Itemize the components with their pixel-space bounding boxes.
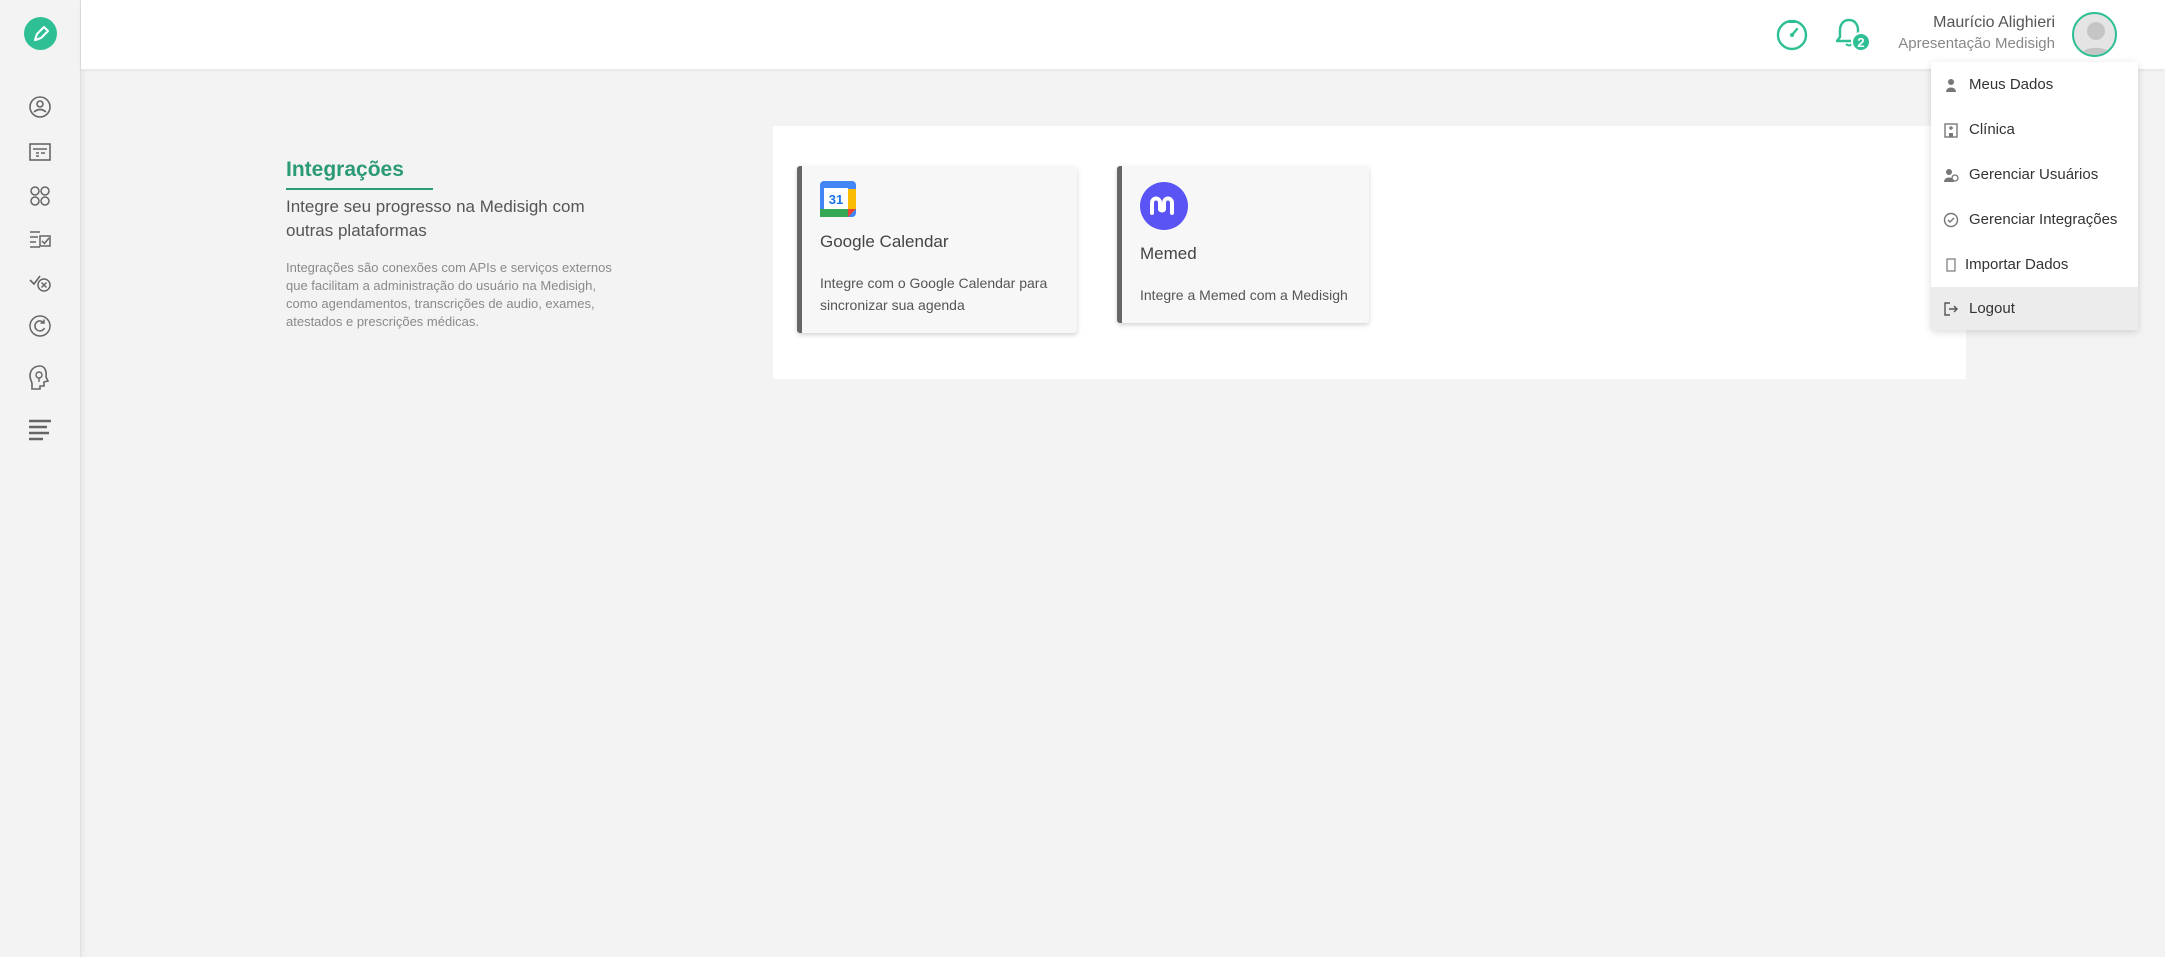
menu-item-logout[interactable]: Logout bbox=[1931, 287, 2138, 330]
user-dropdown-menu: Meus Dados Clínica Gerenciar Usuários Ge… bbox=[1931, 62, 2138, 330]
menu-item-gerenciar-integracoes[interactable]: Gerenciar Integrações bbox=[1931, 197, 2138, 242]
users-icon bbox=[1943, 167, 1959, 183]
sidebar-item-checklist[interactable] bbox=[25, 224, 55, 254]
pen-icon bbox=[33, 25, 49, 41]
cancel-check-icon bbox=[29, 275, 51, 292]
sidebar-item-insights[interactable] bbox=[25, 363, 55, 393]
avatar[interactable] bbox=[2072, 12, 2117, 57]
calendar-icon bbox=[29, 143, 51, 161]
menu-item-label: Gerenciar Usuários bbox=[1969, 166, 2099, 183]
notifications-button[interactable]: 2 bbox=[1832, 16, 1871, 55]
menu-item-label: Logout bbox=[1969, 300, 2015, 317]
menu-item-gerenciar-usuarios[interactable]: Gerenciar Usuários bbox=[1931, 152, 2138, 197]
menu-item-label: Gerenciar Integrações bbox=[1969, 211, 2118, 228]
list-icon bbox=[29, 419, 51, 441]
user-subtitle: Apresentação Medisigh bbox=[1898, 35, 2055, 52]
menu-item-label: Clínica bbox=[1969, 121, 2015, 138]
sidebar-item-cancel[interactable] bbox=[25, 267, 55, 297]
logout-icon bbox=[1943, 301, 1959, 317]
sidebar-item-home[interactable] bbox=[25, 92, 55, 122]
integration-card-google-calendar[interactable]: 31 Google Calendar Integre com o Google … bbox=[797, 166, 1077, 333]
sidebar-item-refresh[interactable] bbox=[25, 311, 55, 341]
page-description: Integrações são conexões com APIs e serv… bbox=[286, 260, 612, 329]
card-description: Integre a Memed com a Medisigh bbox=[1140, 287, 1348, 303]
menu-item-label: Meus Dados bbox=[1969, 76, 2054, 93]
integrations-icon bbox=[1943, 212, 1959, 228]
integration-card-memed[interactable]: Memed Integre a Memed com a Medisigh bbox=[1117, 166, 1369, 323]
connections-icon bbox=[30, 186, 50, 206]
sidebar-item-connections[interactable] bbox=[25, 181, 55, 211]
user-avatar-icon bbox=[2079, 22, 2113, 55]
menu-item-importar-dados[interactable]: Importar Dados bbox=[1931, 242, 2138, 287]
memed-logo-icon bbox=[1140, 182, 1188, 230]
page-title: Integrações bbox=[286, 158, 433, 190]
menu-item-meus-dados[interactable]: Meus Dados bbox=[1931, 62, 2138, 107]
import-icon bbox=[1943, 257, 1959, 273]
refresh-icon bbox=[29, 315, 51, 337]
timer-button[interactable] bbox=[1775, 18, 1809, 57]
clinic-icon bbox=[1943, 122, 1959, 138]
stopwatch-icon bbox=[1776, 19, 1808, 51]
page-subtitle: Integre seu progresso na Medisigh com ou… bbox=[286, 197, 585, 240]
svg-text:31: 31 bbox=[829, 192, 843, 207]
menu-item-label: Importar Dados bbox=[1965, 256, 2069, 273]
app-logo[interactable] bbox=[24, 17, 57, 50]
user-name: Maurício Alighieri bbox=[1933, 14, 2055, 31]
checklist-icon bbox=[30, 231, 51, 248]
sidebar-item-calendar[interactable] bbox=[25, 137, 55, 167]
user-icon bbox=[1943, 77, 1959, 93]
menu-item-clinica[interactable]: Clínica bbox=[1931, 107, 2138, 152]
sidebar bbox=[0, 0, 81, 957]
google-calendar-icon: 31 bbox=[820, 181, 856, 217]
card-title: Google Calendar bbox=[820, 232, 949, 251]
sidebar-item-menu[interactable] bbox=[25, 416, 55, 446]
card-title: Memed bbox=[1140, 244, 1197, 263]
notification-count-badge: 2 bbox=[1851, 32, 1871, 52]
top-bar: 2 Maurício Alighieri Apresentação Medisi… bbox=[81, 0, 2165, 69]
lightbulb-icon bbox=[29, 365, 50, 390]
home-icon bbox=[29, 96, 51, 118]
integrations-panel: 31 Google Calendar Integre com o Google … bbox=[773, 126, 1966, 379]
card-description: Integre com o Google Calendar para sincr… bbox=[820, 275, 1048, 313]
